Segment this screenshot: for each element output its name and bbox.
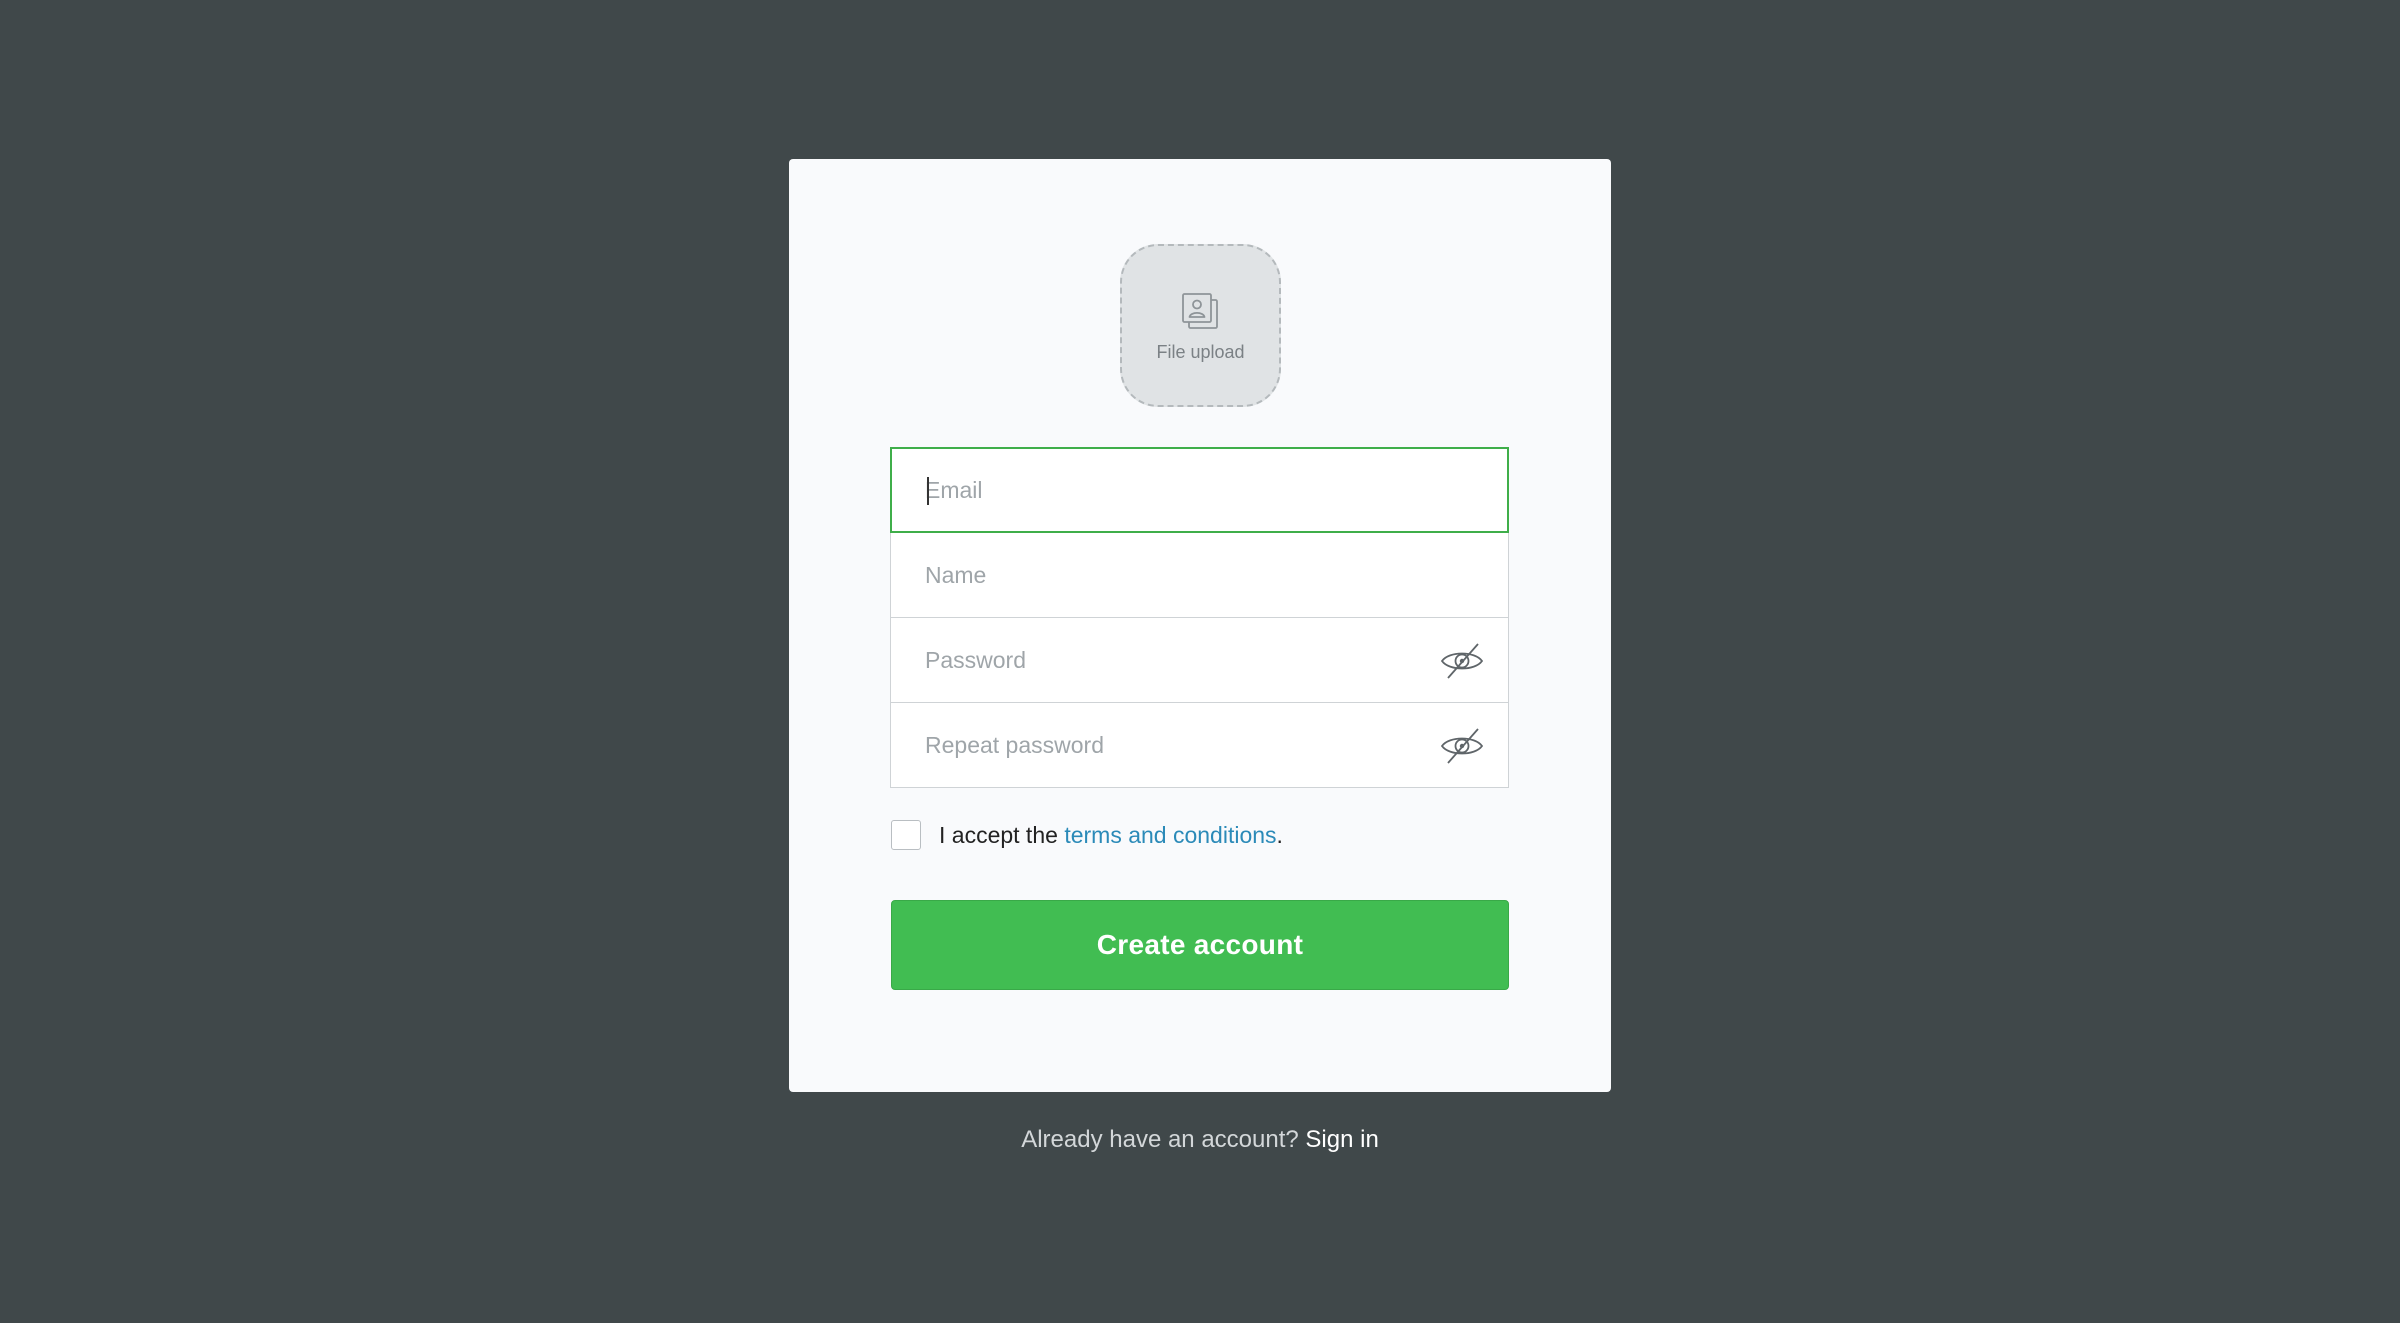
signin-prompt: Already have an account? Sign in — [789, 1126, 1611, 1154]
name-input[interactable] — [925, 533, 1445, 617]
password-input[interactable] — [925, 618, 1445, 702]
eye-slash-icon[interactable] — [1440, 642, 1484, 680]
terms-prefix: I accept the — [939, 821, 1065, 848]
terms-checkbox[interactable] — [891, 820, 921, 850]
terms-suffix: . — [1276, 821, 1283, 848]
portrait-stack-icon — [1182, 293, 1218, 329]
email-input[interactable] — [925, 449, 1445, 531]
repeat-password-input[interactable] — [925, 703, 1445, 787]
password-field[interactable] — [890, 617, 1509, 703]
signin-prompt-text: Already have an account? — [1021, 1126, 1306, 1153]
signup-card: File upload Email Name I accept the term… — [789, 159, 1611, 1092]
name-field[interactable] — [890, 532, 1509, 618]
eye-slash-icon[interactable] — [1440, 727, 1484, 765]
text-caret — [927, 477, 929, 505]
file-upload-dropzone[interactable]: File upload — [1120, 244, 1281, 407]
signup-fields — [890, 447, 1509, 788]
email-field[interactable] — [890, 447, 1509, 533]
repeat-password-field[interactable] — [890, 702, 1509, 788]
terms-link[interactable]: terms and conditions — [1064, 822, 1276, 849]
file-upload-label: File upload — [1156, 342, 1245, 362]
create-account-button[interactable]: Create account — [891, 900, 1509, 990]
signin-link[interactable]: Sign in — [1305, 1126, 1378, 1153]
terms-row: I accept the terms and conditions . — [891, 819, 1283, 851]
